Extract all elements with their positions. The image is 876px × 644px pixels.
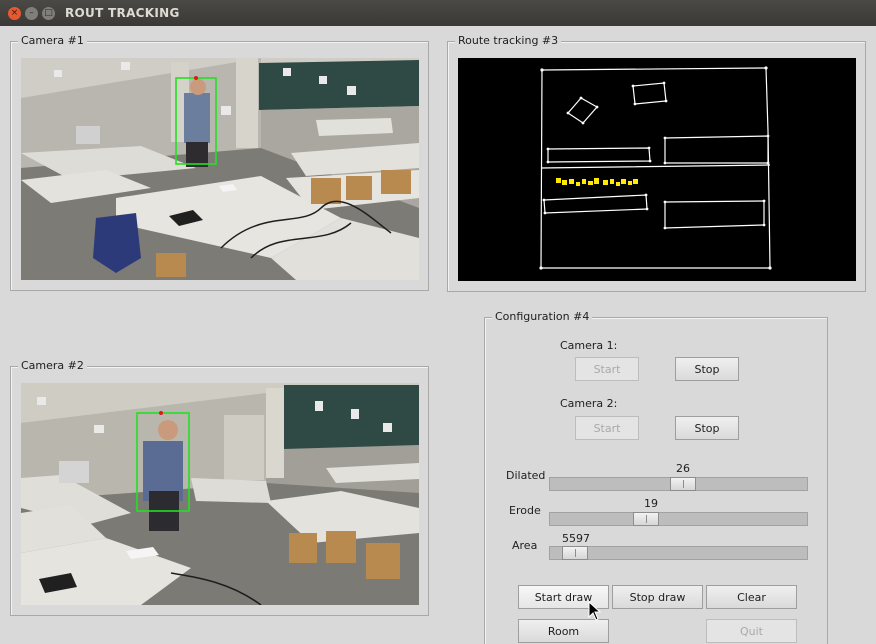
camera2-label: Camera #2 xyxy=(18,359,87,372)
title-bar: × – □ ROUT TRACKING xyxy=(0,0,876,26)
route-map xyxy=(458,58,856,281)
area-value: 5597 xyxy=(562,532,590,545)
close-icon[interactable]: × xyxy=(8,7,21,20)
erode-value: 19 xyxy=(644,497,658,510)
camera2-start-button[interactable]: Start xyxy=(575,416,639,440)
window-title: ROUT TRACKING xyxy=(65,6,180,20)
area-slider[interactable] xyxy=(549,546,808,560)
area-slider-handle[interactable] xyxy=(562,546,588,560)
stop-draw-button[interactable]: Stop draw xyxy=(612,585,703,609)
camera2-image xyxy=(21,383,419,605)
camera2-stop-button[interactable]: Stop xyxy=(675,416,739,440)
camera2-view xyxy=(21,383,419,605)
mouse-cursor-icon xyxy=(588,601,602,621)
dilated-slider[interactable] xyxy=(549,477,808,491)
camera1-stop-button[interactable]: Stop xyxy=(675,357,739,381)
camera1-controls-label: Camera 1: xyxy=(560,339,618,352)
clear-button[interactable]: Clear xyxy=(706,585,797,609)
camera1-start-button[interactable]: Start xyxy=(575,357,639,381)
room-button[interactable]: Room xyxy=(518,619,609,643)
configuration-label: Configuration #4 xyxy=(492,310,593,323)
erode-slider[interactable] xyxy=(549,512,808,526)
maximize-icon[interactable]: □ xyxy=(42,7,55,20)
route-track xyxy=(556,178,638,186)
route-label: Route tracking #3 xyxy=(455,34,562,47)
erode-label: Erode xyxy=(509,504,541,517)
minimize-icon[interactable]: – xyxy=(25,7,38,20)
camera2-controls-label: Camera 2: xyxy=(560,397,618,410)
camera1-image xyxy=(21,58,419,280)
camera1-label: Camera #1 xyxy=(18,34,87,47)
quit-button[interactable]: Quit xyxy=(706,619,797,643)
dilated-label: Dilated xyxy=(506,469,546,482)
erode-slider-handle[interactable] xyxy=(633,512,659,526)
dilated-value: 26 xyxy=(676,462,690,475)
area-label: Area xyxy=(512,539,538,552)
route-map-drawing xyxy=(539,66,772,270)
camera1-view xyxy=(21,58,419,280)
dilated-slider-handle[interactable] xyxy=(670,477,696,491)
